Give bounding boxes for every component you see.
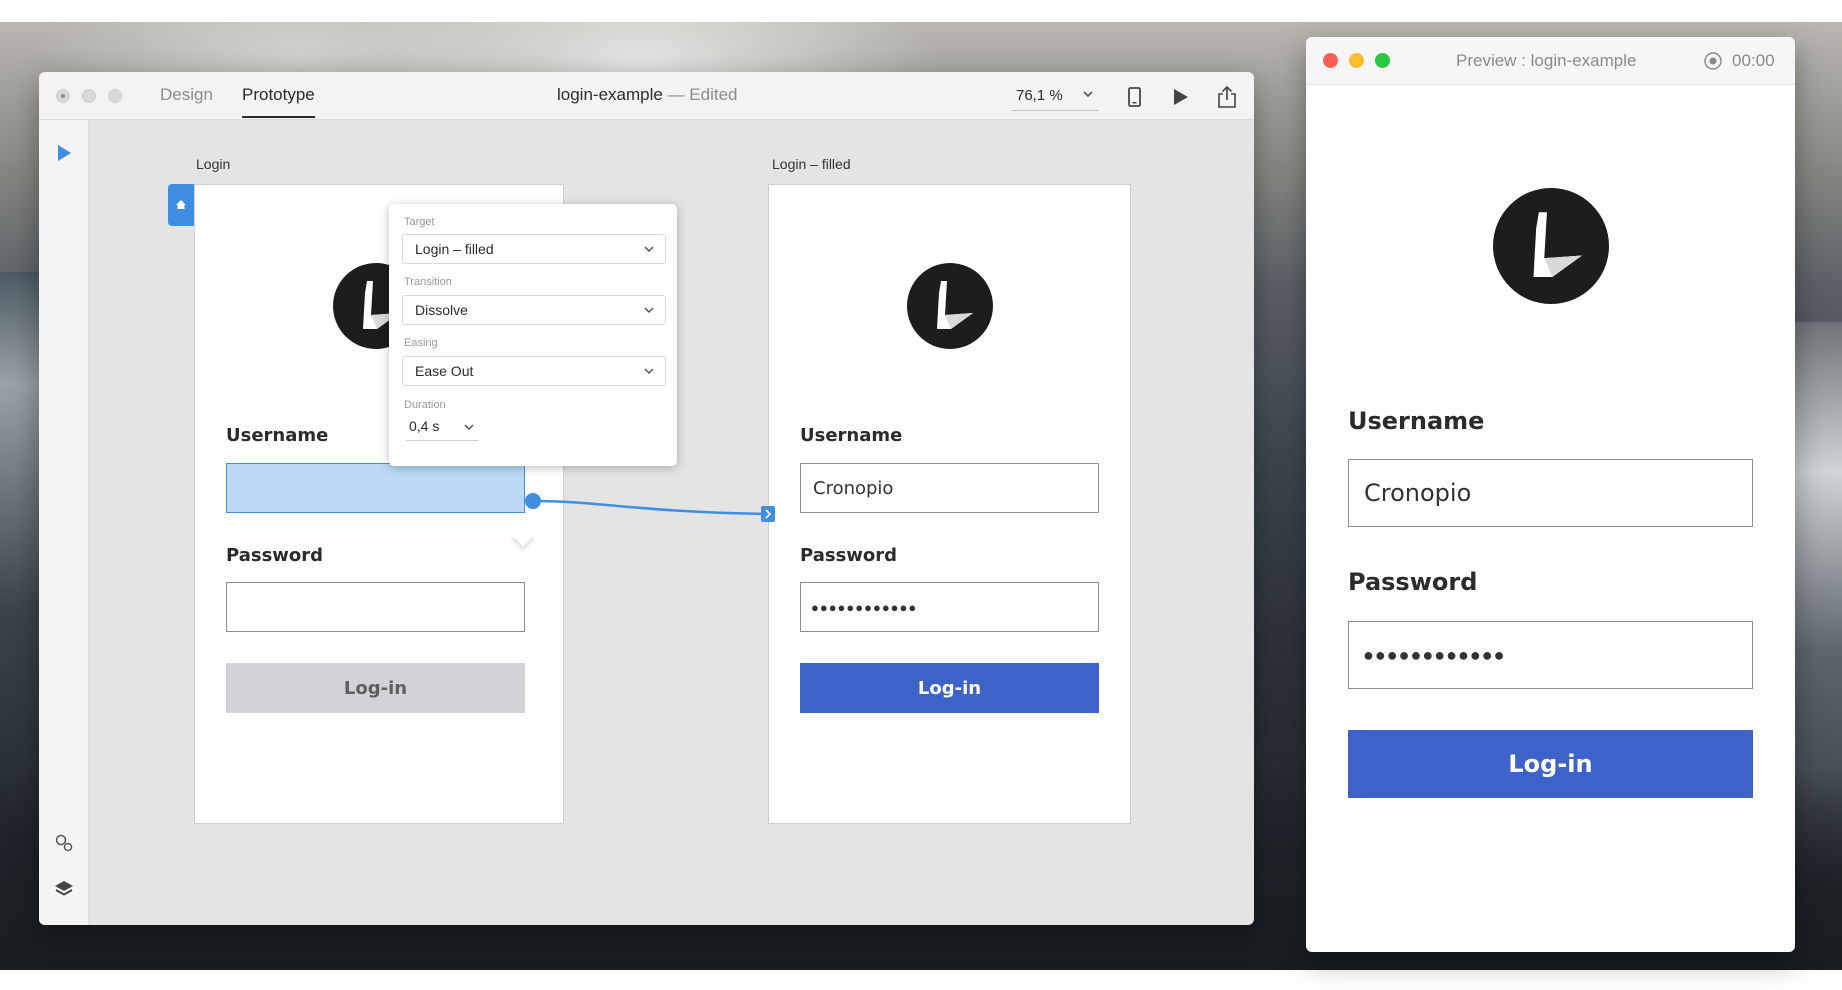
assets-icon[interactable] <box>53 832 75 854</box>
artboard-login-filled[interactable]: Username Cronopio Password ●●●●●●●●●●●● … <box>768 184 1131 824</box>
username-value: Cronopio <box>1364 479 1472 507</box>
tab-design[interactable]: Design <box>160 85 213 105</box>
username-label: Username <box>226 425 329 446</box>
username-value: Cronopio <box>813 477 894 499</box>
transition-select[interactable]: Dissolve <box>402 295 666 325</box>
zoom-button[interactable] <box>108 89 122 103</box>
layers-icon[interactable] <box>53 878 75 900</box>
target-value: Login – filled <box>415 241 494 257</box>
preview-title: Preview : login-example <box>1456 51 1637 70</box>
username-label: Username <box>1348 407 1485 435</box>
zoom-level[interactable]: 76,1 % <box>1016 87 1063 104</box>
logo-icon <box>1493 188 1609 304</box>
zoom-button[interactable] <box>1375 53 1390 68</box>
tab-prototype[interactable]: Prototype <box>242 85 315 118</box>
mountain-right <box>1790 322 1842 922</box>
duration-underline <box>406 440 478 441</box>
duration-label: Duration <box>404 399 446 411</box>
login-button[interactable]: Log-in <box>800 663 1099 713</box>
close-button[interactable] <box>1323 53 1338 68</box>
minimize-button[interactable] <box>1349 53 1364 68</box>
username-field[interactable]: Cronopio <box>800 463 1099 513</box>
target-select[interactable]: Login – filled <box>402 234 666 264</box>
zoom-underline <box>1012 110 1099 111</box>
username-field[interactable]: Cronopio <box>1348 459 1753 527</box>
transition-value: Dissolve <box>415 302 468 318</box>
duration-value[interactable]: 0,4 s <box>409 418 439 434</box>
left-toolbar <box>39 120 89 925</box>
login-button-label: Log-in <box>917 677 982 699</box>
transition-label: Transition <box>404 276 452 288</box>
password-label: Password <box>1348 568 1478 596</box>
chevron-down-icon <box>644 246 654 253</box>
preview-window: Preview : login-example 00:00 Username C… <box>1306 37 1795 952</box>
login-button-disabled[interactable]: Log-in <box>226 663 525 713</box>
login-button[interactable]: Log-in <box>1348 730 1753 798</box>
chevron-down-icon <box>644 368 654 375</box>
username-label: Username <box>800 425 903 446</box>
password-field[interactable]: ●●●●●●●●●●●● <box>1348 621 1753 689</box>
login-button-label: Log-in <box>343 677 408 699</box>
home-badge[interactable] <box>168 184 194 226</box>
preview-titlebar: Preview : login-example 00:00 <box>1306 37 1795 85</box>
password-field[interactable]: ●●●●●●●●●●●● <box>800 582 1099 632</box>
login-button-label: Log-in <box>1508 750 1593 778</box>
artboard-label-login-filled: Login – filled <box>772 156 851 172</box>
play-icon[interactable] <box>1167 84 1193 110</box>
password-label: Password <box>226 545 324 566</box>
easing-label: Easing <box>404 337 438 349</box>
record-time: 00:00 <box>1732 51 1775 70</box>
document-title: login-example — Edited <box>557 85 738 105</box>
easing-select[interactable]: Ease Out <box>402 356 666 386</box>
easing-value: Ease Out <box>415 363 474 379</box>
document-status: — Edited <box>662 85 738 104</box>
username-field-selected[interactable] <box>226 463 525 513</box>
select-arrow-icon[interactable] <box>53 142 75 164</box>
chevron-down-icon[interactable] <box>1081 87 1095 101</box>
editor-window: Design Prototype login-example — Edited … <box>39 72 1254 925</box>
share-icon[interactable] <box>1214 84 1240 110</box>
document-name: login-example <box>557 85 663 104</box>
logo-icon <box>907 263 993 349</box>
chevron-down-icon <box>644 307 654 314</box>
password-value: ●●●●●●●●●●●● <box>811 599 918 615</box>
minimize-button[interactable] <box>82 89 96 103</box>
artboard-label-login: Login <box>196 156 231 172</box>
editor-titlebar: Design Prototype login-example — Edited … <box>39 72 1254 120</box>
record-icon[interactable] <box>1703 51 1723 71</box>
home-icon <box>176 200 186 209</box>
password-label: Password <box>800 545 898 566</box>
password-field[interactable] <box>226 582 525 632</box>
password-value: ●●●●●●●●●●●● <box>1363 644 1506 665</box>
device-icon[interactable] <box>1121 84 1147 110</box>
close-button[interactable] <box>56 89 70 103</box>
chevron-down-icon[interactable] <box>463 421 475 433</box>
target-label: Target <box>404 216 435 228</box>
interaction-popover: Target Login – filled Transition Dissolv… <box>389 204 677 466</box>
